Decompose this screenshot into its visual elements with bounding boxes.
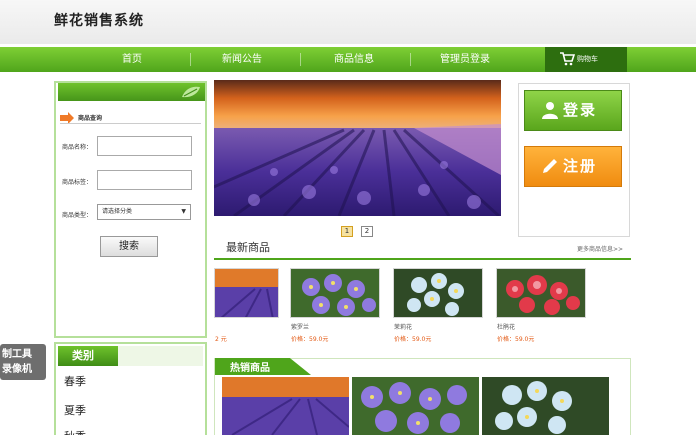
nav-divider	[300, 53, 301, 66]
user-icon	[542, 102, 558, 119]
lavender-thumb	[222, 377, 349, 435]
cart-label: 购物车	[577, 55, 598, 63]
nav-home[interactable]: 首页	[87, 47, 177, 72]
category-item-summer[interactable]: 夏季	[64, 402, 86, 418]
hot-product-image[interactable]	[352, 377, 479, 435]
product-name[interactable]: 紫罗兰	[291, 322, 309, 331]
name-label: 商品名称：	[62, 144, 93, 151]
login-label: 登录	[563, 101, 598, 119]
more-products-link[interactable]: 更多商品信息>>	[577, 244, 623, 253]
product-tag-input[interactable]	[97, 170, 192, 190]
nav-admin-login[interactable]: 管理员登录	[420, 47, 510, 72]
jasmine-thumb	[482, 377, 609, 435]
main-nav: 首页 新闻公告 商品信息 管理员登录 购物车	[0, 47, 696, 72]
recorder-watermark: 制工具 录像机	[0, 344, 46, 380]
violet-thumb	[291, 269, 379, 317]
product-image[interactable]	[214, 268, 279, 318]
search-button[interactable]: 搜索	[100, 236, 158, 257]
watermark-line: 制工具	[2, 349, 32, 360]
product-price: 价格：59.0元	[394, 336, 432, 343]
chevron-down-icon: ▼	[181, 208, 186, 215]
panel-header	[58, 83, 205, 101]
search-panel: 商品查询 商品名称： 商品标签： 商品类型： 请选择分类 ▼ 搜索	[54, 81, 207, 338]
cart-icon	[560, 52, 575, 66]
login-button[interactable]: 登录	[524, 90, 622, 131]
hot-products-title: 热销商品	[230, 363, 270, 374]
product-price: 价格：59.0元	[291, 336, 329, 343]
cart-link[interactable]: 购物车	[545, 47, 627, 72]
register-label: 注册	[563, 157, 598, 175]
tag-label: 商品标签：	[62, 179, 93, 186]
violet-thumb	[352, 377, 479, 435]
product-name[interactable]: 茉莉花	[394, 322, 412, 331]
azalea-thumb	[497, 269, 585, 317]
newest-title: 最新商品	[226, 241, 270, 254]
select-value: 请选择分类	[102, 208, 133, 215]
jasmine-thumb	[394, 269, 482, 317]
product-image[interactable]	[496, 268, 586, 318]
category-header-bar	[118, 346, 203, 366]
page: 鲜花销售系统 首页 新闻公告 商品信息 管理员登录 购物车 商品查询 商品名称：…	[0, 0, 696, 435]
divider	[60, 123, 201, 124]
product-price: 2 元	[215, 336, 227, 343]
watermark-line: 录像机	[2, 364, 32, 375]
site-title: 鲜花销售系统	[54, 13, 144, 29]
product-name[interactable]: 杜鹃花	[497, 322, 515, 331]
leaf-icon	[182, 86, 200, 98]
product-price: 价格：59.0元	[497, 336, 535, 343]
section-divider	[214, 258, 631, 260]
category-item-autumn[interactable]: 秋季	[64, 428, 86, 435]
category-title: 类别	[58, 346, 118, 366]
lavender-thumb	[215, 269, 278, 317]
product-name-input[interactable]	[97, 136, 192, 156]
nav-products[interactable]: 商品信息	[309, 47, 399, 72]
hot-product-image[interactable]	[482, 377, 609, 435]
product-type-select[interactable]: 请选择分类 ▼	[97, 204, 191, 220]
search-title: 商品查询	[78, 115, 103, 122]
nav-divider	[190, 53, 191, 66]
banner-page-2[interactable]: 2	[361, 226, 373, 237]
hot-product-image[interactable]	[222, 377, 349, 435]
nav-divider	[410, 53, 411, 66]
nav-news[interactable]: 新闻公告	[197, 47, 287, 72]
category-item-spring[interactable]: 春季	[64, 373, 86, 389]
type-label: 商品类型：	[62, 212, 93, 219]
pencil-icon	[543, 159, 557, 173]
product-image[interactable]	[393, 268, 483, 318]
lavender-field-photo	[214, 80, 501, 216]
product-image[interactable]	[290, 268, 380, 318]
category-panel: 类别 春季 夏季 秋季	[54, 342, 207, 435]
register-button[interactable]: 注册	[524, 146, 622, 187]
banner-image[interactable]	[214, 80, 501, 216]
banner-page-1[interactable]: 1	[341, 226, 353, 237]
